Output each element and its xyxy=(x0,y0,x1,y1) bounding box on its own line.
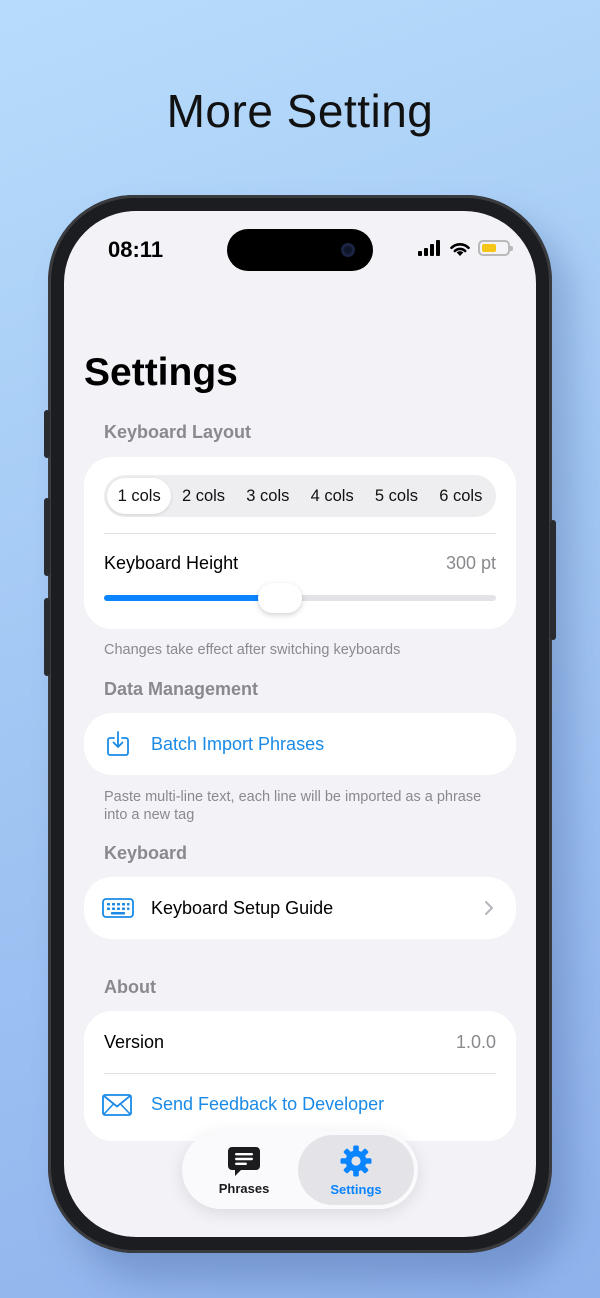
volume-down-button xyxy=(44,598,50,676)
gear-icon xyxy=(340,1145,372,1176)
dynamic-island xyxy=(227,229,373,271)
keyboard-setup-guide-label: Keyboard Setup Guide xyxy=(151,898,334,918)
tab-phrases[interactable]: Phrases xyxy=(186,1135,302,1205)
section-header-keyboard-layout: Keyboard Layout xyxy=(104,422,252,442)
version-label: Version xyxy=(104,1032,165,1052)
battery-icon xyxy=(478,240,513,256)
segment-6-cols[interactable]: 6 cols xyxy=(429,478,493,514)
keyboard-height-slider[interactable] xyxy=(104,583,496,613)
section-header-data-management: Data Management xyxy=(104,679,259,699)
slider-thumb[interactable] xyxy=(258,583,303,613)
batch-import-row[interactable]: Batch Import Phrases xyxy=(84,713,516,775)
segment-3-cols[interactable]: 3 cols xyxy=(236,478,300,514)
power-button xyxy=(550,520,556,640)
keyboard-icon xyxy=(102,898,134,918)
slider-fill xyxy=(104,595,281,601)
page-title: Settings xyxy=(84,351,238,394)
camera-icon xyxy=(341,243,355,257)
status-time: 08:11 xyxy=(108,237,164,262)
send-feedback-row[interactable]: Send Feedback to Developer xyxy=(84,1074,516,1136)
data-management-footnote: Paste multi-line text, each line will be… xyxy=(104,789,482,823)
promo-title: More Setting xyxy=(166,85,434,137)
import-icon xyxy=(107,731,129,756)
columns-segmented-control: 1 cols 2 cols 3 cols 4 cols 5 cols 6 col… xyxy=(104,475,496,517)
phone-screen: 08:11 Settings Keyboard Layout 1 cols 2 … xyxy=(64,211,536,1237)
chevron-right-icon xyxy=(485,901,493,915)
segment-1-cols[interactable]: 1 cols xyxy=(107,478,172,514)
action-button xyxy=(44,410,50,458)
segment-5-cols[interactable]: 5 cols xyxy=(364,478,428,514)
keyboard-layout-card: 1 cols 2 cols 3 cols 4 cols 5 cols 6 col… xyxy=(84,457,516,629)
divider xyxy=(104,533,496,534)
tab-bar: Phrases Settings xyxy=(182,1131,418,1209)
about-card: Version 1.0.0 Send Feedback to Developer xyxy=(84,1011,516,1141)
tab-settings-label: Settings xyxy=(330,1181,382,1197)
volume-up-button xyxy=(44,498,50,576)
segment-2-cols[interactable]: 2 cols xyxy=(171,478,235,514)
status-icons xyxy=(418,239,513,257)
keyboard-height-value: 300 pt xyxy=(445,553,496,573)
segment-4-cols[interactable]: 4 cols xyxy=(300,478,364,514)
version-value: 1.0.0 xyxy=(455,1032,496,1052)
cellular-signal-icon xyxy=(418,240,440,256)
message-icon xyxy=(228,1146,260,1176)
keyboard-layout-footnote: Changes take effect after switching keyb… xyxy=(104,642,401,658)
section-header-about: About xyxy=(104,977,156,997)
keyboard-setup-guide-row[interactable]: Keyboard Setup Guide xyxy=(84,877,516,939)
keyboard-height-label: Keyboard Height xyxy=(104,553,239,573)
section-header-keyboard: Keyboard xyxy=(104,843,188,863)
batch-import-label: Batch Import Phrases xyxy=(151,734,325,754)
tab-phrases-label: Phrases xyxy=(218,1180,270,1196)
tab-settings[interactable]: Settings xyxy=(298,1135,414,1205)
send-feedback-label: Send Feedback to Developer xyxy=(151,1094,385,1114)
mail-icon xyxy=(102,1094,132,1116)
wifi-icon xyxy=(450,243,470,256)
